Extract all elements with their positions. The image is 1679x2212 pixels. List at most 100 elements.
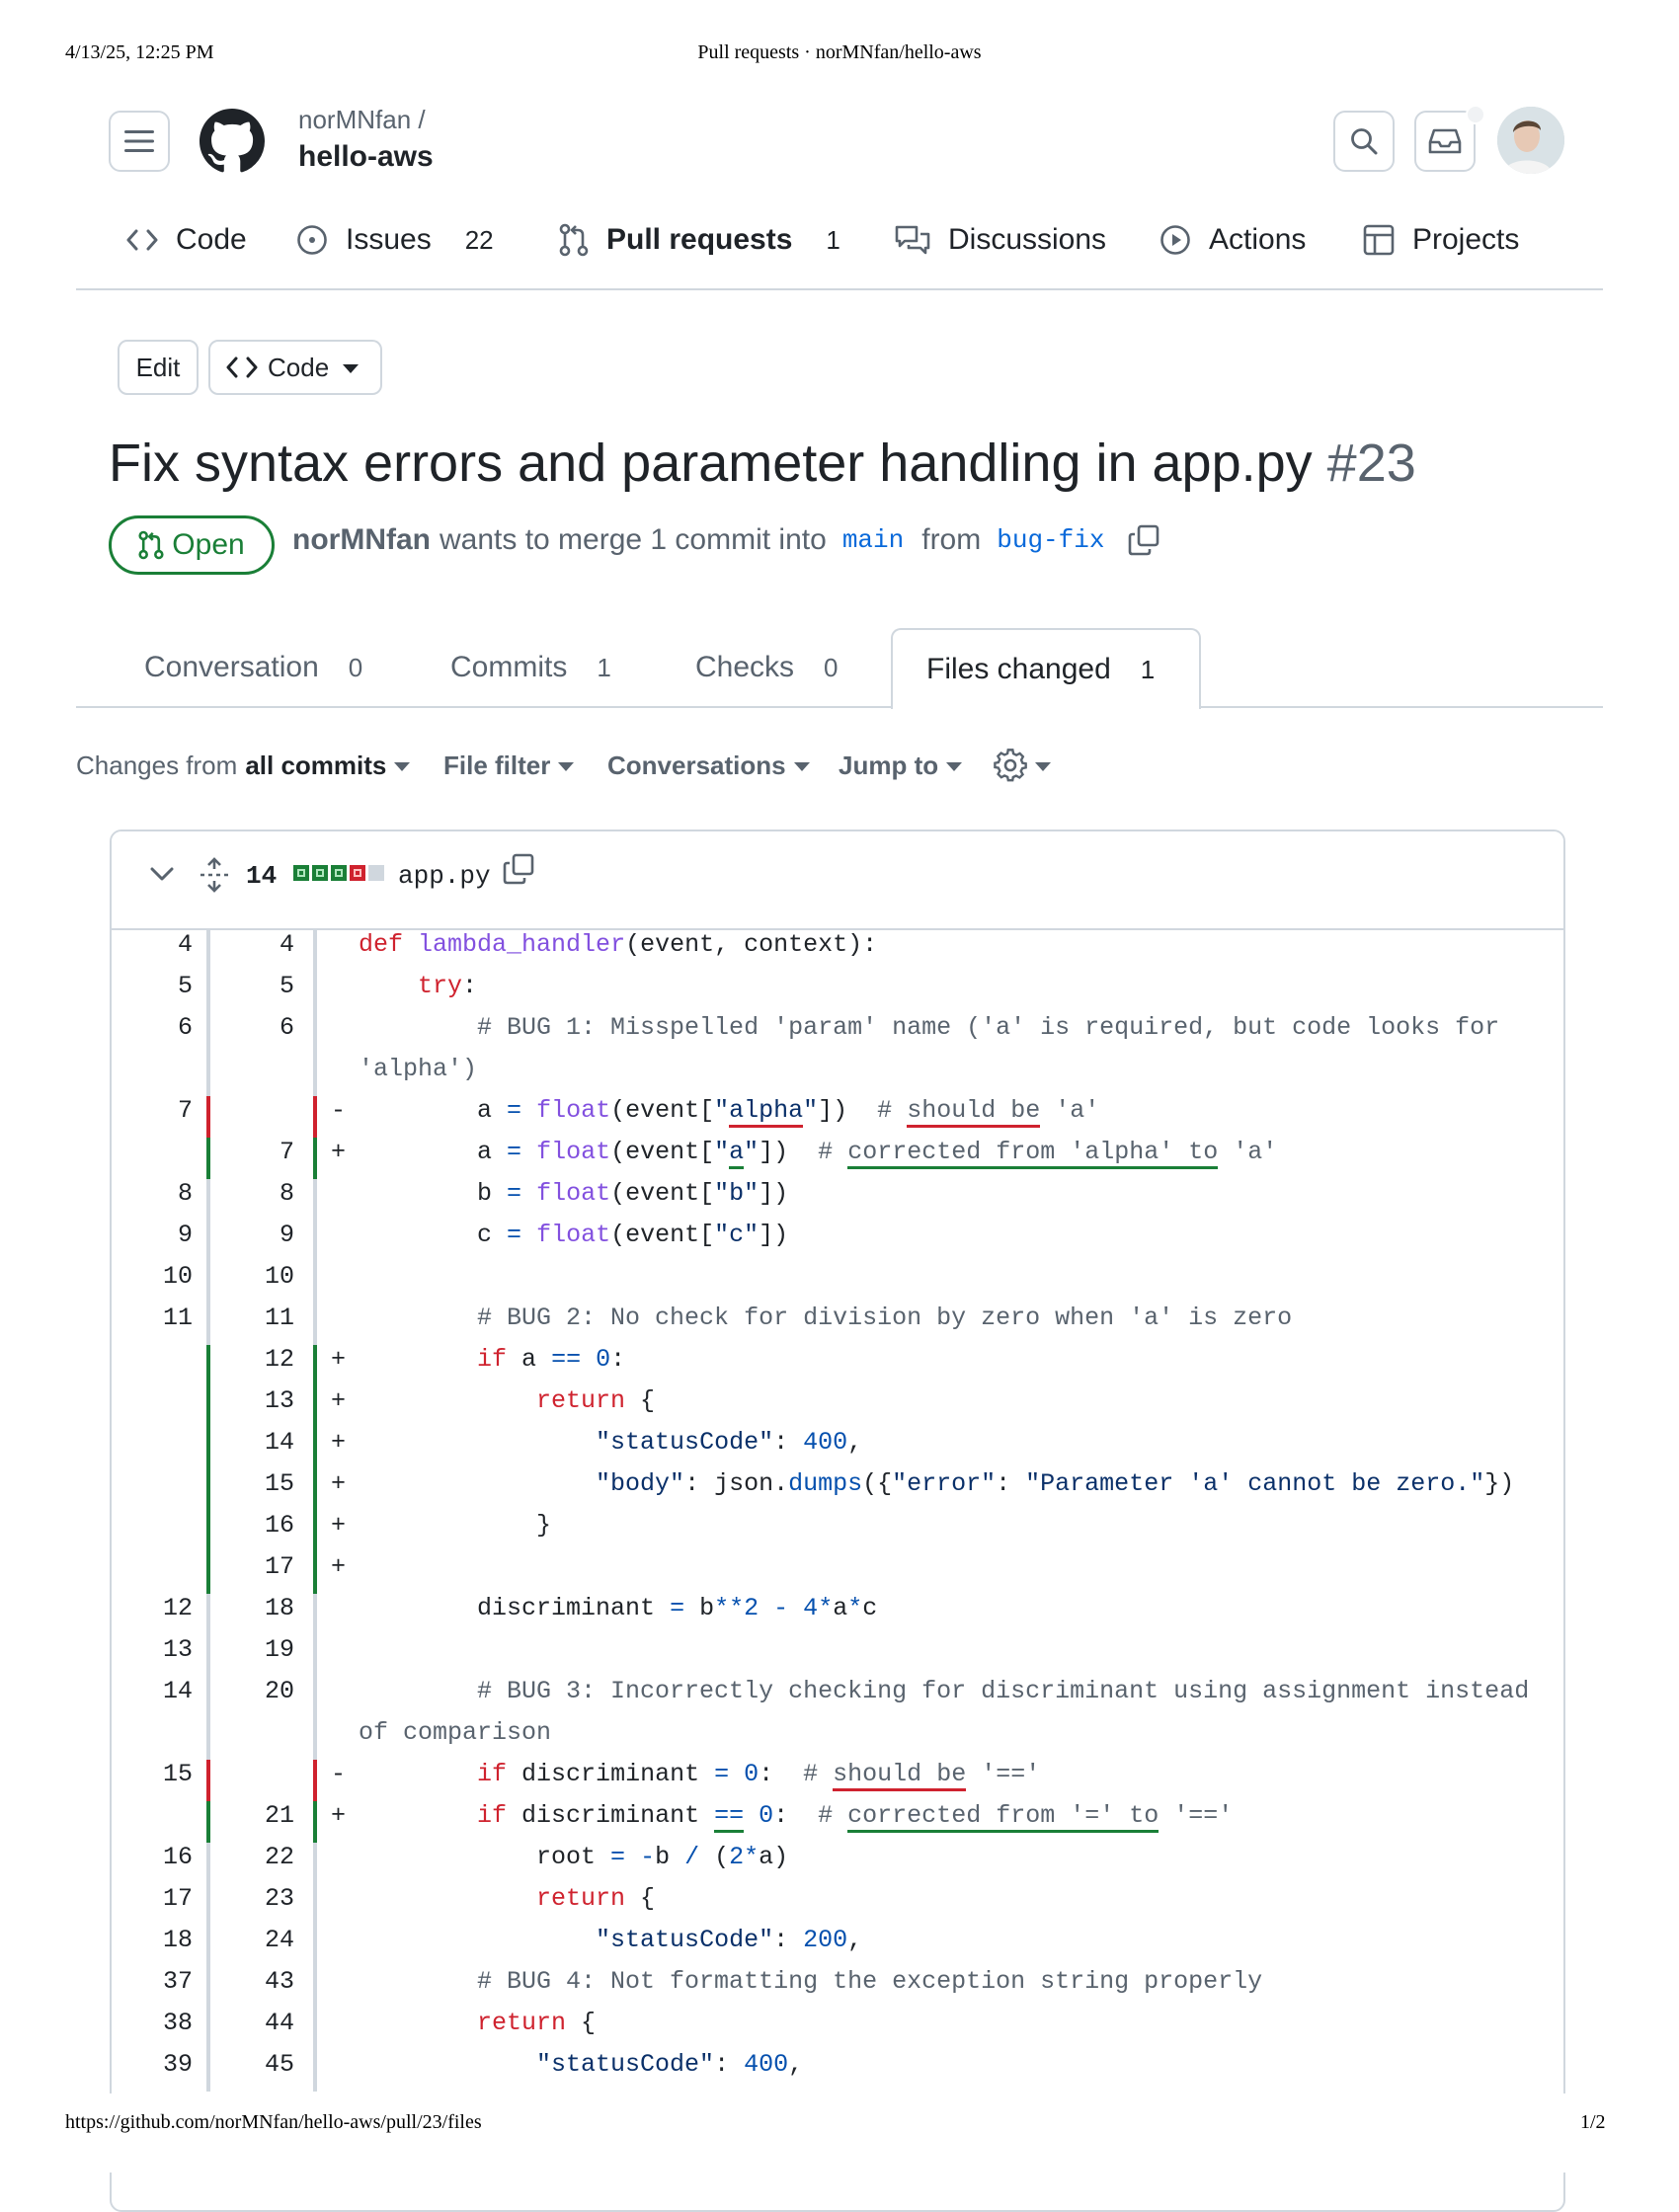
new-line-number[interactable]: 6 [245, 1013, 294, 1042]
nav-actions[interactable]: Actions [1159, 215, 1306, 265]
added-marker [206, 1386, 210, 1428]
code-text: discriminant = b**2 - 4*a*c [359, 1594, 878, 1622]
file-header: 14 app.py [112, 831, 1563, 930]
old-line-number[interactable]: 4 [143, 930, 193, 959]
new-line-number[interactable]: 23 [245, 1884, 294, 1913]
chevron-down-icon [394, 762, 411, 771]
new-line-number[interactable]: 17 [245, 1552, 294, 1581]
new-line-number[interactable]: 7 [245, 1138, 294, 1166]
tab-conversation[interactable]: Conversation 0 [144, 628, 362, 707]
new-line-number[interactable]: 19 [245, 1635, 294, 1664]
old-line-number[interactable]: 14 [143, 1677, 193, 1705]
git-pull-request-icon [559, 223, 589, 257]
merge-text: wants to merge 1 commit into [439, 523, 827, 556]
old-line-number[interactable]: 16 [143, 1843, 193, 1871]
diff-line: 10 10 [112, 1262, 1563, 1304]
diff-line-wrap: of comparison [112, 1718, 1563, 1760]
new-line-number[interactable]: 21 [245, 1801, 294, 1830]
jump-to-dropdown[interactable]: Jump to [839, 750, 963, 781]
expand-all-button[interactable] [199, 857, 230, 898]
new-line-number[interactable]: 18 [245, 1594, 294, 1622]
gutter-divider [313, 2009, 317, 2050]
new-line-number[interactable]: 11 [245, 1304, 294, 1332]
new-line-number[interactable]: 10 [245, 1262, 294, 1291]
nav-code[interactable]: Code [126, 215, 247, 265]
new-line-number[interactable]: 4 [245, 930, 294, 959]
old-line-number[interactable]: 17 [143, 1884, 193, 1913]
new-line-number[interactable]: 22 [245, 1843, 294, 1871]
new-line-number[interactable]: 43 [245, 1967, 294, 1996]
old-line-number[interactable]: 37 [143, 1967, 193, 1996]
new-line-number[interactable]: 9 [245, 1221, 294, 1249]
gutter-divider [206, 1884, 210, 1926]
new-line-number[interactable]: 13 [245, 1386, 294, 1415]
old-line-number[interactable]: 10 [143, 1262, 193, 1291]
file-name[interactable]: app.py [398, 861, 491, 891]
old-line-number[interactable]: 7 [143, 1096, 193, 1125]
changes-from-dropdown[interactable]: Changes from all commits [76, 750, 411, 781]
collapse-file-button[interactable] [149, 865, 175, 888]
old-line-number[interactable]: 15 [143, 1760, 193, 1788]
old-line-number[interactable]: 8 [143, 1179, 193, 1208]
old-line-number[interactable]: 5 [143, 972, 193, 1000]
diff-line-removed: 7 - a = float(event["alpha"]) # should b… [112, 1096, 1563, 1138]
old-line-number[interactable]: 9 [143, 1221, 193, 1249]
repo-name-link[interactable]: hello-aws [298, 140, 434, 174]
tab-checks[interactable]: Checks 0 [695, 628, 839, 707]
chevron-down-icon [150, 867, 174, 881]
jump-to-label: Jump to [839, 750, 939, 780]
gutter-divider [206, 1304, 210, 1345]
nav-projects[interactable]: Projects [1363, 215, 1519, 265]
old-line-number[interactable]: 11 [143, 1304, 193, 1332]
copy-branch-button[interactable] [1128, 524, 1159, 556]
diff-settings-dropdown[interactable] [994, 749, 1051, 782]
new-line-number[interactable]: 45 [245, 2050, 294, 2079]
diff-line: 13 19 [112, 1635, 1563, 1677]
code-text: a = float(event["a"]) # corrected from '… [359, 1138, 1277, 1169]
edit-button[interactable]: Edit [118, 340, 199, 395]
old-line-number[interactable]: 18 [143, 1926, 193, 1954]
new-line-number[interactable]: 14 [245, 1428, 294, 1457]
old-line-number[interactable]: 12 [143, 1594, 193, 1622]
pr-author-link[interactable]: norMNfan [292, 523, 431, 557]
nav-issues[interactable]: Issues 22 [296, 215, 494, 265]
old-line-number[interactable]: 6 [143, 1013, 193, 1042]
old-line-number[interactable]: 13 [143, 1635, 193, 1664]
code-text: try: [418, 972, 478, 1000]
gear-icon [994, 749, 1027, 782]
new-line-number[interactable]: 5 [245, 972, 294, 1000]
file-filter-dropdown[interactable]: File filter [443, 750, 575, 781]
diff-line: 17 23 return { [112, 1884, 1563, 1926]
avatar[interactable] [1497, 107, 1564, 174]
tab-commits-count: 1 [597, 652, 611, 682]
new-line-number[interactable]: 44 [245, 2009, 294, 2037]
old-line-number[interactable]: 38 [143, 2009, 193, 2037]
repo-owner-link[interactable]: norMNfan / [298, 105, 426, 135]
nav-discussions[interactable]: Discussions [895, 215, 1106, 265]
added-marker [206, 1428, 210, 1469]
nav-pull-requests[interactable]: Pull requests 1 [559, 215, 840, 265]
copy-file-path-button[interactable] [503, 853, 534, 890]
conversations-dropdown[interactable]: Conversations [607, 750, 810, 781]
github-logo-icon[interactable] [200, 109, 265, 174]
menu-button[interactable] [109, 111, 170, 172]
new-line-number[interactable]: 20 [245, 1677, 294, 1705]
diff-sign: + [331, 1469, 347, 1498]
new-line-number[interactable]: 24 [245, 1926, 294, 1954]
new-line-number[interactable]: 16 [245, 1511, 294, 1540]
tab-files-changed-count: 1 [1140, 654, 1156, 684]
new-line-number[interactable]: 8 [245, 1179, 294, 1208]
head-branch-link[interactable]: bug-fix [997, 525, 1104, 555]
code-text: if discriminant == 0: # corrected from '… [359, 1801, 1233, 1833]
tab-files-changed[interactable]: Files changed 1 [891, 628, 1201, 709]
diff-sign: + [331, 1138, 347, 1166]
base-branch-link[interactable]: main [842, 525, 904, 555]
gutter-divider [206, 2009, 210, 2050]
tab-commits[interactable]: Commits 1 [450, 628, 611, 707]
search-button[interactable] [1333, 111, 1395, 172]
old-line-number[interactable]: 39 [143, 2050, 193, 2079]
code-dropdown-button[interactable]: Code [208, 340, 382, 395]
new-line-number[interactable]: 12 [245, 1345, 294, 1374]
new-line-number[interactable]: 15 [245, 1469, 294, 1498]
removed-marker [206, 1096, 210, 1138]
